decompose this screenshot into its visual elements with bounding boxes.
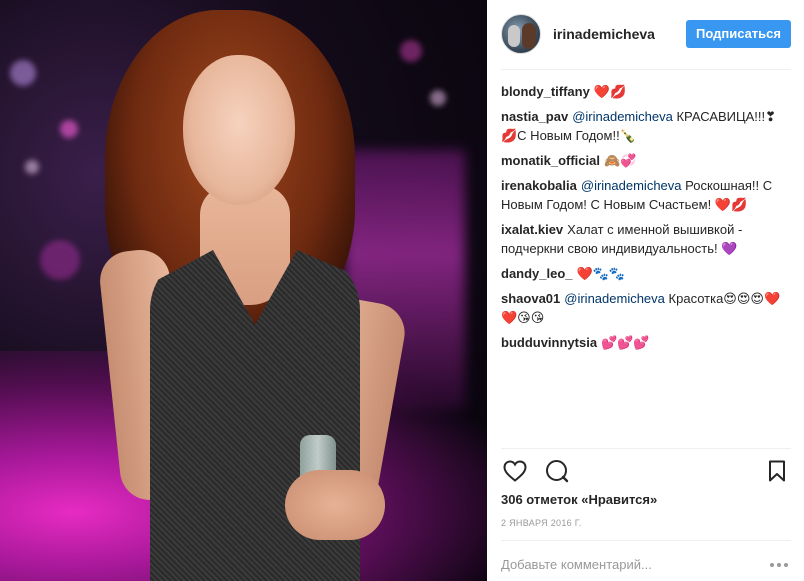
bokeh-light bbox=[430, 90, 446, 106]
comment-item: nastia_pav @irinademicheva КРАСАВИЦА!!!❣💋… bbox=[501, 107, 791, 145]
post-date[interactable]: 2 ЯНВАРЯ 2016 Г. bbox=[501, 518, 582, 528]
comment-text: ❤️💋 bbox=[593, 84, 627, 99]
comment-item: monatik_official 🙈💞 bbox=[501, 151, 791, 170]
avatar-figure bbox=[508, 25, 520, 47]
username-link[interactable]: irinademicheva bbox=[553, 26, 686, 42]
likes-count[interactable]: 306 отметок «Нравится» bbox=[501, 492, 657, 507]
post-side-panel: irinademicheva Подписаться blondy_tiffan… bbox=[487, 0, 804, 581]
comment-text: 💕💕💕 bbox=[601, 335, 650, 350]
follow-button[interactable]: Подписаться bbox=[685, 20, 791, 48]
comment-author-link[interactable]: budduvinnytsia bbox=[501, 335, 597, 350]
comment-mention-link[interactable]: @irinademicheva bbox=[564, 291, 665, 306]
comment-author-link[interactable]: monatik_official bbox=[501, 153, 600, 168]
comment-item: budduvinnytsia 💕💕💕 bbox=[501, 333, 791, 352]
instagram-post: irinademicheva Подписаться blondy_tiffan… bbox=[0, 0, 804, 581]
bookmark-icon[interactable] bbox=[763, 457, 791, 485]
comment-mention-link[interactable]: @irinademicheva bbox=[572, 109, 673, 124]
bokeh-light bbox=[400, 40, 422, 62]
bokeh-light bbox=[40, 240, 80, 280]
comment-item: blondy_tiffany ❤️💋 bbox=[501, 82, 791, 101]
post-photo[interactable] bbox=[0, 0, 487, 581]
avatar-figure bbox=[522, 23, 536, 49]
comments-list[interactable]: blondy_tiffany ❤️💋 nastia_pav @irinademich… bbox=[501, 82, 791, 442]
add-comment-bar bbox=[501, 548, 791, 581]
actions-divider bbox=[501, 448, 791, 449]
post-header: irinademicheva Подписаться bbox=[501, 12, 791, 56]
more-options-icon[interactable] bbox=[767, 553, 791, 577]
comment-author-link[interactable]: blondy_tiffany bbox=[501, 84, 590, 99]
face bbox=[183, 55, 295, 205]
comment-item: ixalat.kiev Халат с именной вышивкой - по… bbox=[501, 220, 791, 258]
comment-item: shaova01 @irinademicheva Красотка😍😍😍❤️❤️😘… bbox=[501, 289, 791, 327]
bokeh-light bbox=[60, 120, 78, 138]
comment-mention-link[interactable]: @irinademicheva bbox=[581, 178, 682, 193]
comment-author-link[interactable]: ixalat.kiev bbox=[501, 222, 563, 237]
heart-icon[interactable] bbox=[501, 457, 529, 485]
hands bbox=[285, 470, 385, 540]
bokeh-light bbox=[10, 60, 36, 86]
comment-author-link[interactable]: dandy_leo_ bbox=[501, 266, 573, 281]
bokeh-light bbox=[25, 160, 39, 174]
comment-divider bbox=[501, 540, 791, 541]
comment-text: ❤️🐾🐾 bbox=[576, 266, 626, 281]
comment-bubble-icon[interactable] bbox=[543, 457, 571, 485]
comment-author-link[interactable]: nastia_pav bbox=[501, 109, 568, 124]
post-actions bbox=[501, 455, 791, 487]
comment-item: dandy_leo_ ❤️🐾🐾 bbox=[501, 264, 791, 283]
comment-author-link[interactable]: shaova01 bbox=[501, 291, 560, 306]
comment-item: irenakobalia @irinademicheva Роскошная!! … bbox=[501, 176, 791, 214]
comment-author-link[interactable]: irenakobalia bbox=[501, 178, 577, 193]
avatar[interactable] bbox=[501, 14, 541, 54]
header-divider bbox=[501, 69, 791, 70]
comment-input[interactable] bbox=[501, 557, 767, 572]
comment-text: 🙈💞 bbox=[603, 153, 637, 168]
